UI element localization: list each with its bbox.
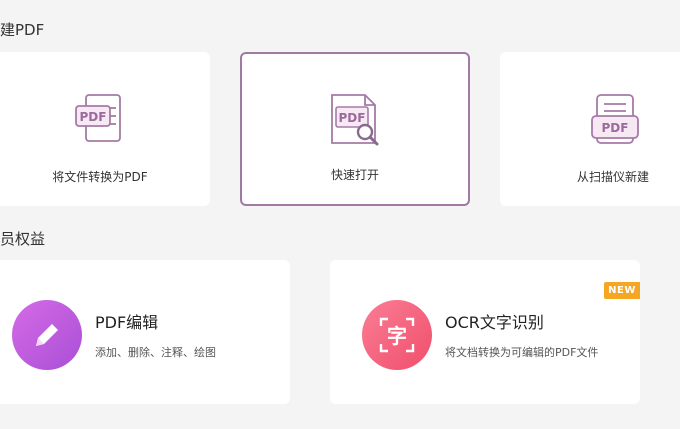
- pencil-icon: [36, 324, 58, 346]
- svg-text:字: 字: [387, 324, 407, 348]
- section-title-create-pdf: 建PDF: [0, 21, 45, 39]
- pdf-scanner-icon: PDF: [589, 92, 641, 148]
- pdf-search-icon: PDF: [329, 92, 381, 148]
- new-badge: NEW: [604, 282, 640, 299]
- pdf-edit-card[interactable]: PDF编辑 添加、删除、注释、绘图: [0, 260, 290, 404]
- quick-open-card[interactable]: PDF 快速打开: [240, 52, 470, 206]
- quick-open-label: 快速打开: [330, 168, 379, 182]
- convert-to-pdf-card[interactable]: PDF 将文件转换为PDF: [0, 52, 210, 206]
- section-title-member-benefits: 员权益: [0, 230, 46, 248]
- pdf-edit-title: PDF编辑: [95, 313, 159, 332]
- convert-to-pdf-label: 将文件转换为PDF: [52, 170, 148, 184]
- ocr-subtitle: 将文档转换为可编辑的PDF文件: [445, 346, 599, 359]
- new-from-scanner-label: 从扫描仪新建: [577, 170, 650, 184]
- svg-text:PDF: PDF: [339, 111, 366, 125]
- pdf-edit-icon-circle: [12, 300, 82, 370]
- ocr-title: OCR文字识别: [445, 313, 544, 332]
- svg-text:PDF: PDF: [80, 110, 107, 124]
- ocr-char-icon: 字: [379, 317, 415, 353]
- ocr-icon-circle: 字: [362, 300, 432, 370]
- pdf-edit-subtitle: 添加、删除、注释、绘图: [95, 346, 216, 359]
- ocr-card[interactable]: NEW 字 OCR文字识别 将文档转换为可编辑的PDF文件: [330, 260, 640, 404]
- new-from-scanner-card[interactable]: PDF 从扫描仪新建: [500, 52, 680, 206]
- pdf-convert-icon: PDF: [74, 92, 126, 148]
- svg-text:PDF: PDF: [602, 121, 629, 135]
